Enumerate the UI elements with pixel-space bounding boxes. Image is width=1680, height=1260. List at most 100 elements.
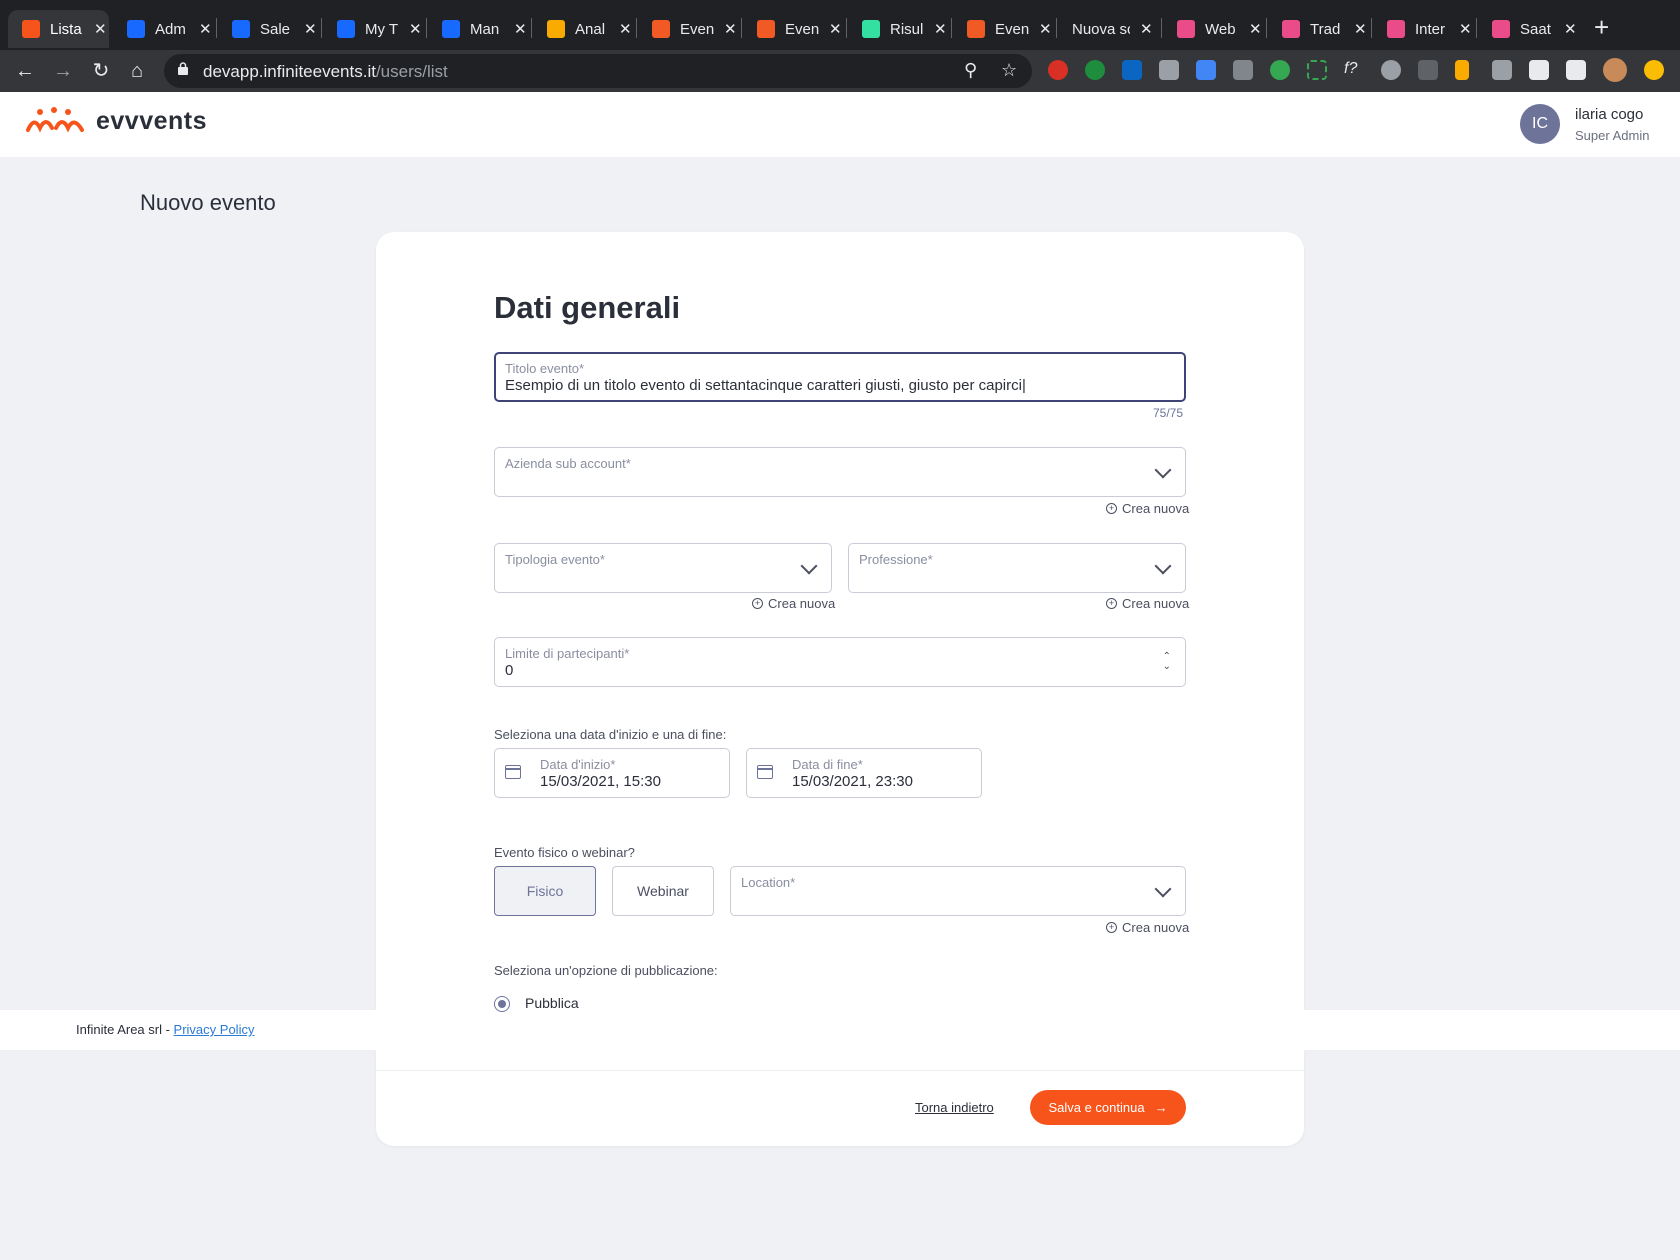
browser-tab[interactable]: Risul ✕	[848, 10, 949, 48]
browser-tab[interactable]: Web ✕	[1163, 10, 1264, 48]
puzzle-icon[interactable]	[1529, 60, 1549, 80]
location-select[interactable]: Location*	[730, 866, 1186, 916]
close-tab-icon[interactable]: ✕	[1039, 20, 1052, 38]
card-divider	[376, 1070, 1304, 1071]
fisico-button[interactable]: Fisico	[494, 866, 596, 916]
browser-tab[interactable]: Even ✕	[638, 10, 739, 48]
url-text: devapp.infiniteevents.it/users/list	[203, 62, 448, 81]
titolo-evento-label: Titolo evento*	[505, 361, 585, 376]
close-tab-icon[interactable]: ✕	[619, 20, 632, 38]
close-tab-icon[interactable]: ✕	[409, 20, 422, 38]
crea-nuova-location-link[interactable]: + Crea nuova	[1106, 920, 1189, 935]
close-tab-icon[interactable]: ✕	[724, 20, 737, 38]
e-icon	[652, 20, 670, 38]
media-icon[interactable]	[1566, 60, 1586, 80]
azienda-sub-account-select[interactable]: Azienda sub account*	[494, 447, 1186, 497]
extension-icon[interactable]	[1270, 60, 1290, 80]
ruler-icon[interactable]	[1455, 60, 1469, 80]
tab-separator	[951, 18, 952, 38]
profile-avatar[interactable]	[1603, 58, 1627, 82]
privacy-policy-link[interactable]: Privacy Policy	[174, 1022, 255, 1037]
tab-title: Saat	[1520, 20, 1551, 38]
tab-separator	[531, 18, 532, 38]
browser-tab[interactable]: Nuova sc ✕	[1058, 10, 1159, 48]
close-tab-icon[interactable]: ✕	[199, 20, 212, 38]
close-tab-icon[interactable]: ✕	[1354, 20, 1367, 38]
section-title: Dati generali	[494, 290, 681, 325]
location-label: Location*	[741, 875, 796, 890]
browser-tab[interactable]: Sale ✕	[218, 10, 319, 48]
data-fine-input[interactable]: Data di fine* 15/03/2021, 23:30	[746, 748, 982, 798]
crea-nuova-azienda-link[interactable]: + Crea nuova	[1106, 501, 1189, 516]
close-tab-icon[interactable]: ✕	[1459, 20, 1472, 38]
limite-label: Limite di partecipanti*	[505, 646, 630, 661]
browser-tab[interactable]: Even ✕	[743, 10, 844, 48]
key-icon[interactable]: ⚲	[964, 60, 977, 81]
torna-indietro-link[interactable]: Torna indietro	[915, 1100, 994, 1115]
browser-tab[interactable]: Inter ✕	[1373, 10, 1474, 48]
close-tab-icon[interactable]: ✕	[1249, 20, 1262, 38]
logo[interactable]: evvvents	[26, 106, 207, 136]
browser-tab[interactable]: Anal ✕	[533, 10, 634, 48]
browser-tab[interactable]: Man ✕	[428, 10, 529, 48]
browser-tab[interactable]: Trad ✕	[1268, 10, 1369, 48]
tipologia-evento-select[interactable]: Tipologia evento*	[494, 543, 832, 593]
tab-title: Inter	[1415, 20, 1446, 38]
crea-nuova-tipologia-link[interactable]: + Crea nuova	[752, 596, 835, 611]
close-tab-icon[interactable]: ✕	[829, 20, 842, 38]
tab-separator	[1056, 18, 1057, 38]
crea-nuova-professione-link[interactable]: + Crea nuova	[1106, 596, 1189, 611]
close-tab-icon[interactable]: ✕	[934, 20, 947, 38]
linkedin-icon[interactable]	[1122, 60, 1142, 80]
browser-tab[interactable]: Lista ✕	[8, 10, 109, 48]
number-stepper-icon[interactable]: ⌃ ⌄	[1163, 652, 1171, 672]
plus-circle-icon: +	[752, 598, 763, 609]
new-tab-icon[interactable]: +	[1594, 14, 1609, 40]
tab-title: Adm	[155, 20, 186, 38]
chevron-down-icon	[1154, 461, 1172, 479]
titolo-evento-input[interactable]: Titolo evento* Esempio di un titolo even…	[494, 352, 1186, 402]
footer-right	[1304, 1010, 1680, 1050]
close-tab-icon[interactable]: ✕	[1564, 20, 1577, 38]
professione-select[interactable]: Professione*	[848, 543, 1186, 593]
crea-nuova-label: Crea nuova	[1122, 501, 1190, 516]
close-tab-icon[interactable]: ✕	[304, 20, 317, 38]
font-icon[interactable]: f?	[1344, 60, 1364, 80]
extension-check-icon[interactable]	[1085, 60, 1105, 80]
screenshot-icon[interactable]	[1307, 60, 1327, 80]
browser-tab[interactable]: Even ✕	[953, 10, 1054, 48]
data-inizio-input[interactable]: Data d'inizio* 15/03/2021, 15:30	[494, 748, 730, 798]
pen-icon[interactable]	[1418, 60, 1438, 80]
tab-separator	[216, 18, 217, 38]
reload-icon[interactable]: ↻	[88, 58, 114, 84]
tab-title: Risul	[890, 20, 924, 38]
code-icon[interactable]	[1233, 60, 1253, 80]
back-arrow-icon[interactable]: ←	[12, 58, 38, 84]
gear-icon[interactable]	[1381, 60, 1401, 80]
update-icon[interactable]	[1644, 60, 1664, 80]
extension-stop-icon[interactable]	[1048, 60, 1068, 80]
close-tab-icon[interactable]: ✕	[94, 20, 107, 38]
salva-e-continua-button[interactable]: Salva e continua →	[1030, 1090, 1186, 1125]
tab-title: Lista	[50, 20, 82, 38]
chevron-down-icon	[800, 557, 818, 575]
camera-icon[interactable]	[1492, 60, 1512, 80]
data-inizio-value: 15/03/2021, 15:30	[540, 773, 661, 790]
star-icon[interactable]: ☆	[1001, 60, 1017, 81]
browser-tab[interactable]: Adm ✕	[113, 10, 214, 48]
limite-partecipanti-input[interactable]: Limite di partecipanti* 0 ⌃ ⌄	[494, 637, 1186, 687]
browser-tab[interactable]: My T ✕	[323, 10, 424, 48]
close-tab-icon[interactable]: ✕	[1140, 20, 1153, 38]
professione-label: Professione*	[859, 552, 933, 567]
forward-arrow-icon[interactable]: →	[50, 58, 76, 84]
address-bar[interactable]: devapp.infiniteevents.it/users/list ⚲ ☆	[164, 54, 1032, 88]
browser-tab[interactable]: Saat ✕	[1478, 10, 1579, 48]
extension-icon[interactable]	[1159, 60, 1179, 80]
extension-icon[interactable]	[1196, 60, 1216, 80]
dribbble-icon	[1282, 20, 1300, 38]
home-icon[interactable]: ⌂	[124, 58, 150, 84]
close-tab-icon[interactable]: ✕	[514, 20, 527, 38]
avatar[interactable]: IC	[1520, 104, 1560, 144]
webinar-button[interactable]: Webinar	[612, 866, 714, 916]
pubblica-radio[interactable]	[494, 996, 510, 1012]
